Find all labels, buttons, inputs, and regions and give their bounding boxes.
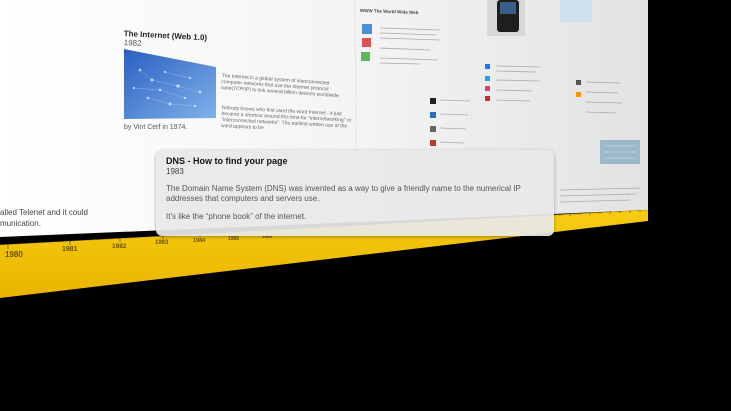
tooltip-year: 1983: [166, 167, 184, 176]
year-label-1983[interactable]: 1983: [155, 240, 168, 246]
website-thumbnail: [560, 0, 592, 22]
card-internet-credit: by Vint Cerf in 1974.: [124, 124, 188, 131]
card-internet-year: 1982: [123, 38, 142, 48]
left-card-line-2: munication.: [0, 219, 41, 228]
dns-tooltip[interactable]: DNS - How to find your page 1983 The Dom…: [156, 150, 554, 236]
year-label-1980[interactable]: 1980: [5, 250, 23, 259]
tooltip-body-2: It's like the “phone book” of the intern…: [166, 212, 307, 221]
tooltip-title: DNS - How to find your page: [166, 156, 288, 166]
year-label-1984[interactable]: 1984: [193, 238, 205, 244]
year-label-1982[interactable]: 1982: [112, 243, 126, 250]
year-label-1981[interactable]: 1981: [62, 246, 78, 253]
year-label-1985[interactable]: 1985: [228, 236, 239, 242]
tooltip-body: The Domain Name System (DNS) was invente…: [166, 184, 521, 203]
left-card-line-1: alled Telenet and it could: [0, 208, 88, 217]
timeline-3d-view: The Internet (Web 1.0) 1982 The Internet…: [0, 0, 731, 411]
